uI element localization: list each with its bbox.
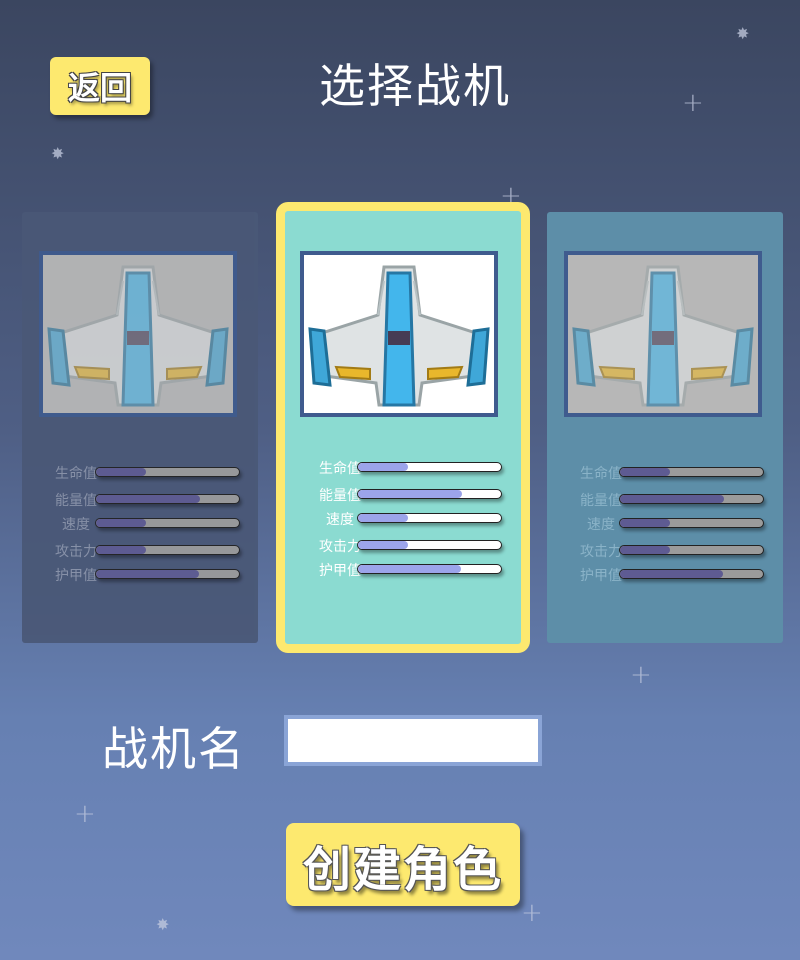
stat-bar-fill [96, 468, 147, 476]
star-decoration: + [630, 660, 652, 690]
star-decoration: + [521, 898, 543, 928]
stat-bar-fill [96, 570, 199, 578]
plane-icon [308, 265, 490, 407]
stat-bar-fill [96, 546, 147, 554]
stat-bar [357, 513, 502, 523]
stat-bar [357, 489, 502, 499]
plane-icon [47, 265, 229, 407]
stat-bar [95, 494, 240, 504]
stat-bar [95, 467, 240, 477]
stat-bar-fill [358, 565, 461, 573]
stat-row: 生命值 [547, 461, 783, 483]
stat-bar [619, 545, 764, 555]
stat-bar-fill [620, 495, 725, 503]
stat-bar [357, 462, 502, 472]
page-title: 选择战机 [319, 59, 511, 113]
stat-row: 攻击力 [285, 534, 521, 556]
stat-row: 速度 [22, 512, 258, 534]
plane-card-center[interactable]: 生命值能量值 速度攻击力 护甲值 [276, 202, 530, 653]
stat-bar [619, 494, 764, 504]
stat-bar [619, 569, 764, 579]
stat-bar [357, 540, 502, 550]
stat-row: 速度 [547, 512, 783, 534]
create-character-button[interactable]: 创建角色 [286, 823, 520, 906]
star-decoration: + [74, 799, 96, 829]
stat-row: 能量值 [22, 488, 258, 510]
stat-row: 生命值 [285, 456, 521, 478]
plane-icon [572, 265, 754, 407]
stat-bar-fill [96, 519, 147, 527]
stat-row: 护甲值 [547, 563, 783, 585]
plane-card-left[interactable]: 生命值能量值 速度攻击力 护甲值 [22, 212, 258, 643]
star-decoration: ✸ [156, 915, 170, 934]
plane-preview [39, 251, 237, 417]
stat-row: 能量值 [547, 488, 783, 510]
stat-bar [619, 467, 764, 477]
plane-name-label: 战机名 [102, 722, 246, 776]
stat-row: 能量值 [285, 483, 521, 505]
stat-row: 速度 [285, 507, 521, 529]
stat-row: 护甲值 [285, 558, 521, 580]
stat-bar-fill [620, 546, 671, 554]
stat-bar [95, 545, 240, 555]
stat-bar [619, 518, 764, 528]
stat-row: 生命值 [22, 461, 258, 483]
stat-bar-fill [620, 468, 671, 476]
stat-bar-fill [358, 490, 463, 498]
stat-bar-fill [96, 495, 201, 503]
stat-row: 攻击力 [22, 539, 258, 561]
stat-bar [95, 518, 240, 528]
stat-row: 护甲值 [22, 563, 258, 585]
star-decoration: ✸ [736, 24, 750, 43]
stat-bar [357, 564, 502, 574]
plane-card-right[interactable]: 生命值能量值 速度攻击力 护甲值 [547, 212, 783, 643]
plane-preview [564, 251, 762, 417]
stat-bar-fill [358, 463, 409, 471]
plane-name-input[interactable] [284, 715, 542, 766]
stat-bar [95, 569, 240, 579]
plane-preview [300, 251, 498, 417]
star-decoration: ✸ [51, 144, 65, 163]
stat-row: 攻击力 [547, 539, 783, 561]
stat-bar-fill [620, 519, 671, 527]
stat-bar-fill [620, 570, 723, 578]
stat-bar-fill [358, 541, 409, 549]
stat-bar-fill [358, 514, 409, 522]
